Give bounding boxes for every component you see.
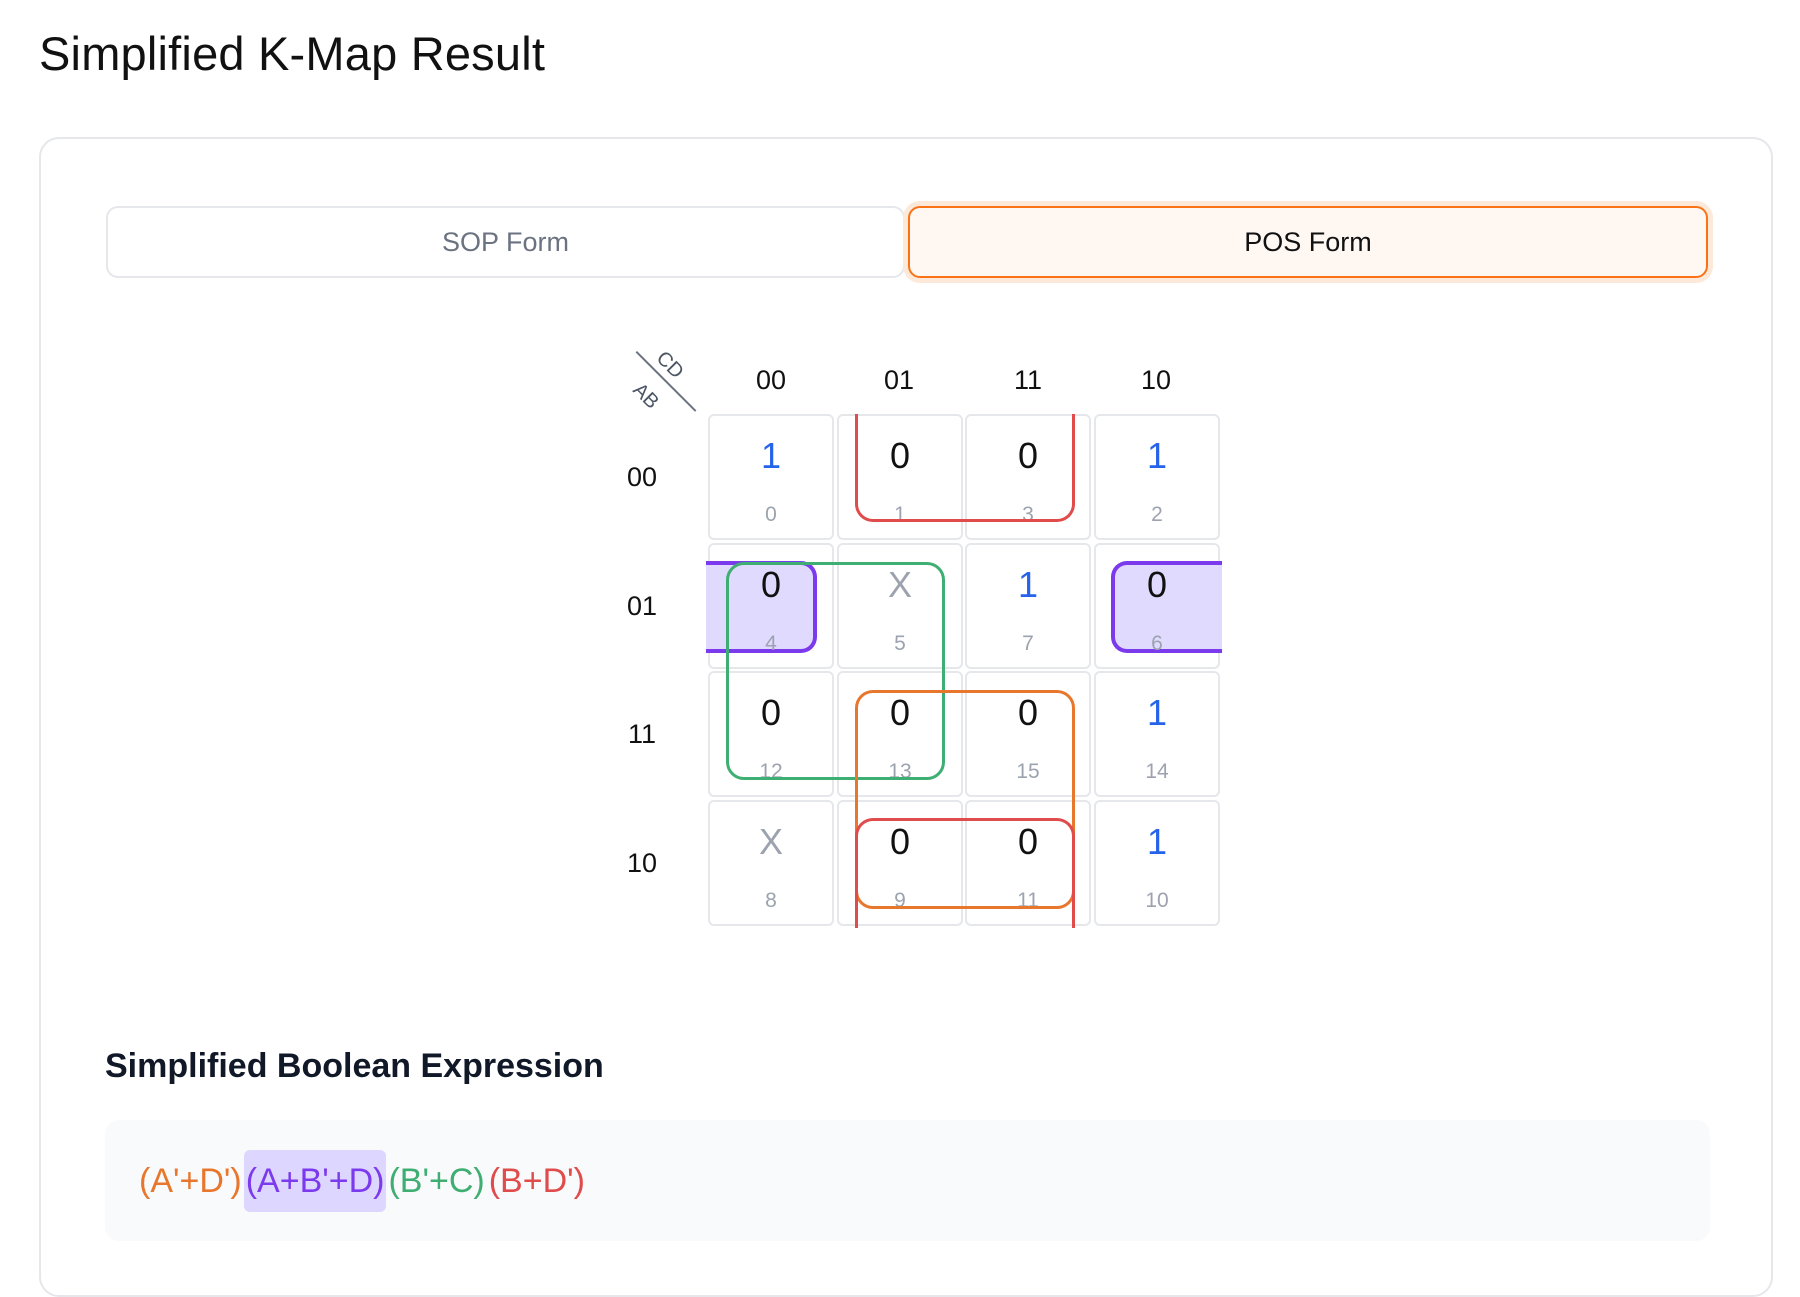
kmap-cell[interactable]: 17 [965,543,1091,669]
kmap-cell-value: 1 [760,435,782,476]
kmap-row-label: 10 [626,847,658,878]
kmap-cell-value: 0 [1017,692,1039,733]
expression-term: (B'+C) [388,1161,485,1200]
kmap-cell-value: 1 [1146,821,1168,862]
kmap-cell-value: 0 [1146,564,1168,605]
kmap-cell-value: X [887,564,912,605]
kmap-cell[interactable]: 1 14 [1094,671,1220,797]
tab-sop-form[interactable]: SOP Form [106,206,905,278]
kmap-cell[interactable]: 12 [1094,414,1220,540]
kmap-col-label: 11 [1013,364,1043,395]
kmap-cell-index: 9 [894,889,906,912]
kmap-cell-index: 8 [765,889,777,912]
tab-sop-form-label: SOP Form [441,226,570,257]
kmap-cell-index: 6 [1151,632,1163,655]
kmap-cell-index: 1 [894,503,906,526]
kmap-cell-value: 0 [760,564,782,605]
kmap-cell-value: 0 [889,435,911,476]
page-title: Simplified K-Map Result [39,27,546,80]
kmap-cell-value: 0 [889,692,911,733]
kmap-cell-index: 5 [894,632,906,655]
kmap-cell[interactable]: 03 [965,414,1091,540]
kmap-row-label: 00 [626,461,658,492]
kmap-cell-value: 1 [1017,564,1039,605]
kmap-cell-index: 13 [888,760,912,783]
kmap-cell[interactable]: 0 15 [965,671,1091,797]
kmap-cell-value: 1 [1146,435,1168,476]
kmap-row-label: 11 [627,718,657,749]
kmap-cell[interactable]: 04 [708,543,834,669]
kmap-cell[interactable]: 06 [1094,543,1220,669]
kmap-cell-index: 0 [765,503,777,526]
kmap-col-label: 01 [883,364,915,395]
kmap-cell[interactable]: 0 11 [965,800,1091,926]
kmap-cell-index: 14 [1145,760,1169,783]
kmap-cell-index: 3 [1022,503,1034,526]
expression-term: (A'+D') [139,1161,242,1200]
kmap-cell[interactable]: 1 10 [1094,800,1220,926]
kmap-cell-index: 2 [1151,503,1163,526]
kmap-cell-index: 10 [1145,889,1169,912]
kmap-col-label: 10 [1140,364,1172,395]
tab-pos-form[interactable]: POS Form [908,206,1708,278]
expression-term: (A+B'+D) [243,1149,387,1212]
boolean-expression: (A'+D') (A+B'+D) (B'+C) (B+D') [105,1120,1710,1241]
kmap-cell-index: 7 [1022,632,1034,655]
kmap-cell[interactable]: 0 13 [837,671,963,797]
kmap-row-label: 01 [626,590,658,621]
kmap-cell-value: 0 [1017,435,1039,476]
kmap-cell[interactable]: 01 [837,414,963,540]
kmap-cell-index: 11 [1017,889,1039,912]
kmap-cell-value: X [758,821,783,862]
kmap-cell-index: 15 [1016,760,1040,783]
kmap-cell-value: 0 [760,692,782,733]
kmap-cell-value: 0 [1017,821,1039,862]
kmap-cell[interactable]: X5 [837,543,963,669]
kmap-col-label: 00 [755,364,787,395]
kmap-cell[interactable]: 09 [837,800,963,926]
expression-title: Simplified Boolean Expression [105,1047,604,1085]
kmap-cell[interactable]: 0 12 [708,671,834,797]
expression-term: (B+D') [488,1161,585,1200]
tab-pos-form-label: POS Form [1244,226,1372,257]
kmap-cell-value: 0 [889,821,911,862]
kmap-cell[interactable]: 10 [708,414,834,540]
kmap-cell[interactable]: X8 [708,800,834,926]
kmap-cell-value: 1 [1146,692,1168,733]
kmap-cell-index: 4 [765,632,777,655]
kmap-cell-index: 12 [759,760,783,783]
